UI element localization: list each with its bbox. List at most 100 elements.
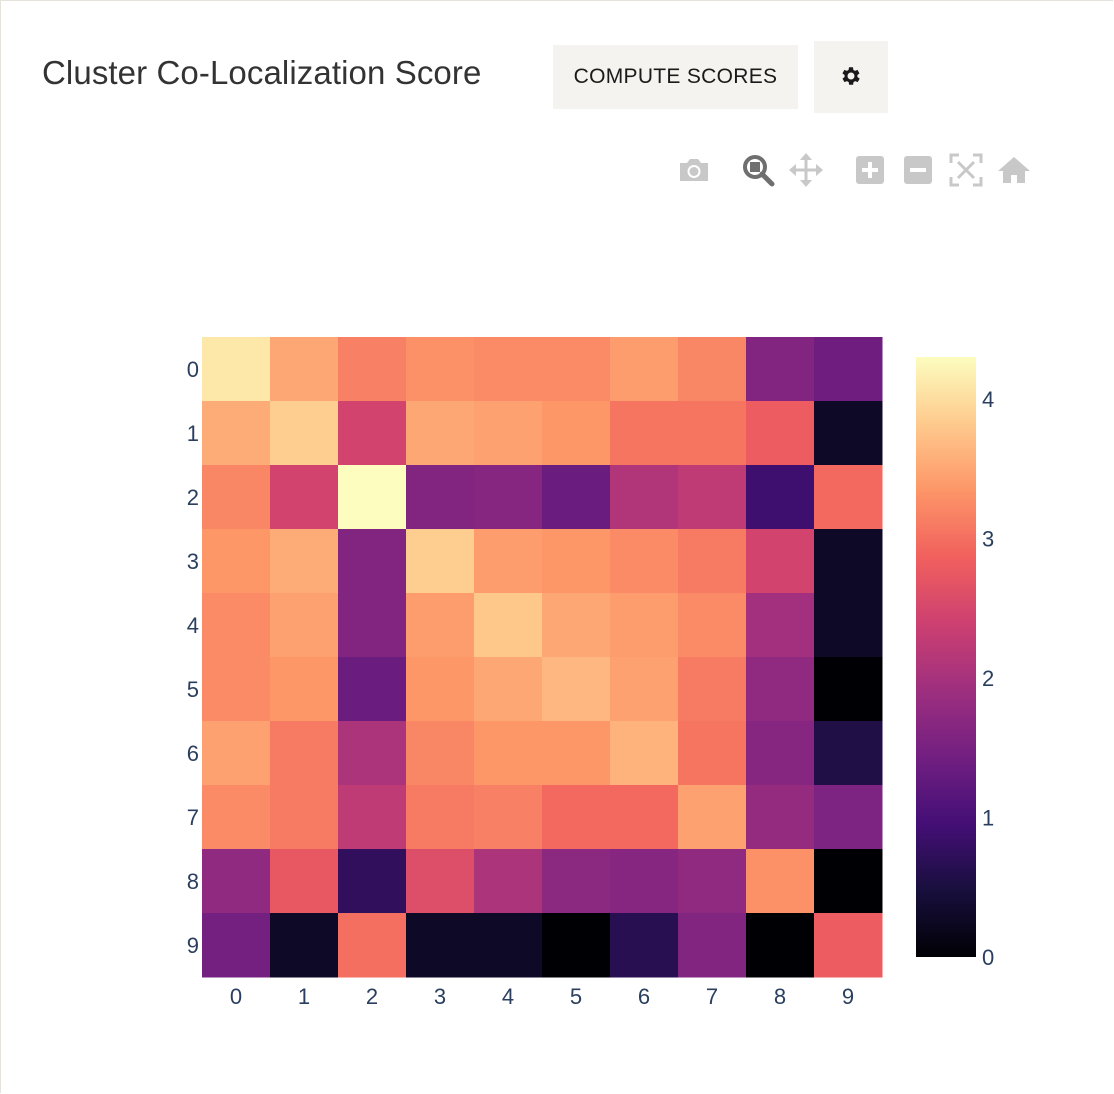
heatmap-cell-3-2[interactable] — [338, 529, 407, 594]
heatmap-cell-0-0[interactable] — [202, 337, 271, 402]
heatmap-cell-5-3[interactable] — [406, 657, 475, 722]
heatmap-cell-6-0[interactable] — [202, 721, 271, 786]
heatmap-cell-8-2[interactable] — [338, 849, 407, 914]
heatmap-cell-2-5[interactable] — [542, 465, 611, 530]
heatmap-cell-6-6[interactable] — [610, 721, 679, 786]
heatmap-cell-1-4[interactable] — [474, 401, 543, 466]
heatmap-cell-3-0[interactable] — [202, 529, 271, 594]
heatmap-cell-4-0[interactable] — [202, 593, 271, 658]
heatmap-cell-2-1[interactable] — [270, 465, 339, 530]
heatmap-cell-3-9[interactable] — [814, 529, 883, 594]
heatmap-cell-0-7[interactable] — [678, 337, 747, 402]
heatmap-cell-6-2[interactable] — [338, 721, 407, 786]
heatmap-cell-3-6[interactable] — [610, 529, 679, 594]
heatmap-cell-4-9[interactable] — [814, 593, 883, 658]
heatmap-cell-9-4[interactable] — [474, 913, 543, 978]
heatmap-cell-0-1[interactable] — [270, 337, 339, 402]
heatmap-cell-1-5[interactable] — [542, 401, 611, 466]
heatmap-cell-7-6[interactable] — [610, 785, 679, 850]
heatmap-cell-2-2[interactable] — [338, 465, 407, 530]
heatmap-cell-7-7[interactable] — [678, 785, 747, 850]
heatmap-cell-7-3[interactable] — [406, 785, 475, 850]
heatmap-cell-0-3[interactable] — [406, 337, 475, 402]
heatmap-cell-8-0[interactable] — [202, 849, 271, 914]
heatmap-cell-5-8[interactable] — [746, 657, 815, 722]
heatmap-cell-9-2[interactable] — [338, 913, 407, 978]
heatmap-cell-9-7[interactable] — [678, 913, 747, 978]
heatmap-cell-0-4[interactable] — [474, 337, 543, 402]
heatmap-cell-8-4[interactable] — [474, 849, 543, 914]
heatmap-cell-2-6[interactable] — [610, 465, 679, 530]
heatmap-cell-1-6[interactable] — [610, 401, 679, 466]
heatmap-cell-5-7[interactable] — [678, 657, 747, 722]
heatmap-cell-5-4[interactable] — [474, 657, 543, 722]
heatmap-cell-3-8[interactable] — [746, 529, 815, 594]
heatmap-cell-8-5[interactable] — [542, 849, 611, 914]
heatmap-chart[interactable]: 0 1 2 3 4 5 6 7 8 9 0 1 2 3 4 5 6 7 8 9 0 1 2 3 4 — [0, 0, 1114, 1094]
heatmap-cell-9-8[interactable] — [746, 913, 815, 978]
heatmap-cell-1-3[interactable] — [406, 401, 475, 466]
heatmap-cell-3-7[interactable] — [678, 529, 747, 594]
heatmap-cell-0-2[interactable] — [338, 337, 407, 402]
heatmap-cell-4-8[interactable] — [746, 593, 815, 658]
heatmap-cell-9-5[interactable] — [542, 913, 611, 978]
heatmap-cell-1-0[interactable] — [202, 401, 271, 466]
heatmap-cell-0-6[interactable] — [610, 337, 679, 402]
heatmap-cell-5-2[interactable] — [338, 657, 407, 722]
heatmap-cell-1-8[interactable] — [746, 401, 815, 466]
heatmap-cell-7-5[interactable] — [542, 785, 611, 850]
heatmap-cell-8-3[interactable] — [406, 849, 475, 914]
heatmap-cell-7-2[interactable] — [338, 785, 407, 850]
heatmap-cell-6-7[interactable] — [678, 721, 747, 786]
heatmap-cell-1-7[interactable] — [678, 401, 747, 466]
heatmap-cell-0-5[interactable] — [542, 337, 611, 402]
heatmap-cell-9-9[interactable] — [814, 913, 883, 978]
heatmap-cell-1-9[interactable] — [814, 401, 883, 466]
heatmap-cell-7-0[interactable] — [202, 785, 271, 850]
heatmap-cell-4-2[interactable] — [338, 593, 407, 658]
heatmap-cell-8-8[interactable] — [746, 849, 815, 914]
heatmap-cell-8-9[interactable] — [814, 849, 883, 914]
heatmap-cell-9-6[interactable] — [610, 913, 679, 978]
heatmap-cell-2-7[interactable] — [678, 465, 747, 530]
heatmap-cell-5-5[interactable] — [542, 657, 611, 722]
heatmap-cell-9-3[interactable] — [406, 913, 475, 978]
heatmap-cell-7-8[interactable] — [746, 785, 815, 850]
heatmap-cell-4-4[interactable] — [474, 593, 543, 658]
heatmap-cell-8-1[interactable] — [270, 849, 339, 914]
heatmap-cell-2-9[interactable] — [814, 465, 883, 530]
heatmap-cell-4-3[interactable] — [406, 593, 475, 658]
heatmap-cell-2-3[interactable] — [406, 465, 475, 530]
heatmap-cell-7-1[interactable] — [270, 785, 339, 850]
heatmap-cell-5-6[interactable] — [610, 657, 679, 722]
heatmap-cell-1-2[interactable] — [338, 401, 407, 466]
heatmap-cell-0-9[interactable] — [814, 337, 883, 402]
heatmap-cell-2-8[interactable] — [746, 465, 815, 530]
heatmap-cell-9-1[interactable] — [270, 913, 339, 978]
heatmap-cell-6-5[interactable] — [542, 721, 611, 786]
heatmap-cell-9-0[interactable] — [202, 913, 271, 978]
heatmap-cell-3-4[interactable] — [474, 529, 543, 594]
heatmap-cell-6-4[interactable] — [474, 721, 543, 786]
heatmap-cell-7-4[interactable] — [474, 785, 543, 850]
heatmap-cell-3-5[interactable] — [542, 529, 611, 594]
heatmap-cell-5-9[interactable] — [814, 657, 883, 722]
heatmap-cell-6-1[interactable] — [270, 721, 339, 786]
heatmap-cell-0-8[interactable] — [746, 337, 815, 402]
heatmap-cell-3-3[interactable] — [406, 529, 475, 594]
heatmap-cell-4-1[interactable] — [270, 593, 339, 658]
heatmap-cell-3-1[interactable] — [270, 529, 339, 594]
heatmap-cell-7-9[interactable] — [814, 785, 883, 850]
heatmap-cell-8-7[interactable] — [678, 849, 747, 914]
heatmap-cell-4-5[interactable] — [542, 593, 611, 658]
heatmap-cell-1-1[interactable] — [270, 401, 339, 466]
heatmap-cell-2-0[interactable] — [202, 465, 271, 530]
heatmap-cell-4-7[interactable] — [678, 593, 747, 658]
heatmap-cell-8-6[interactable] — [610, 849, 679, 914]
heatmap-cell-4-6[interactable] — [610, 593, 679, 658]
heatmap-cell-5-0[interactable] — [202, 657, 271, 722]
heatmap-cell-6-9[interactable] — [814, 721, 883, 786]
heatmap-cell-6-3[interactable] — [406, 721, 475, 786]
heatmap-cell-2-4[interactable] — [474, 465, 543, 530]
heatmap-cell-5-1[interactable] — [270, 657, 339, 722]
